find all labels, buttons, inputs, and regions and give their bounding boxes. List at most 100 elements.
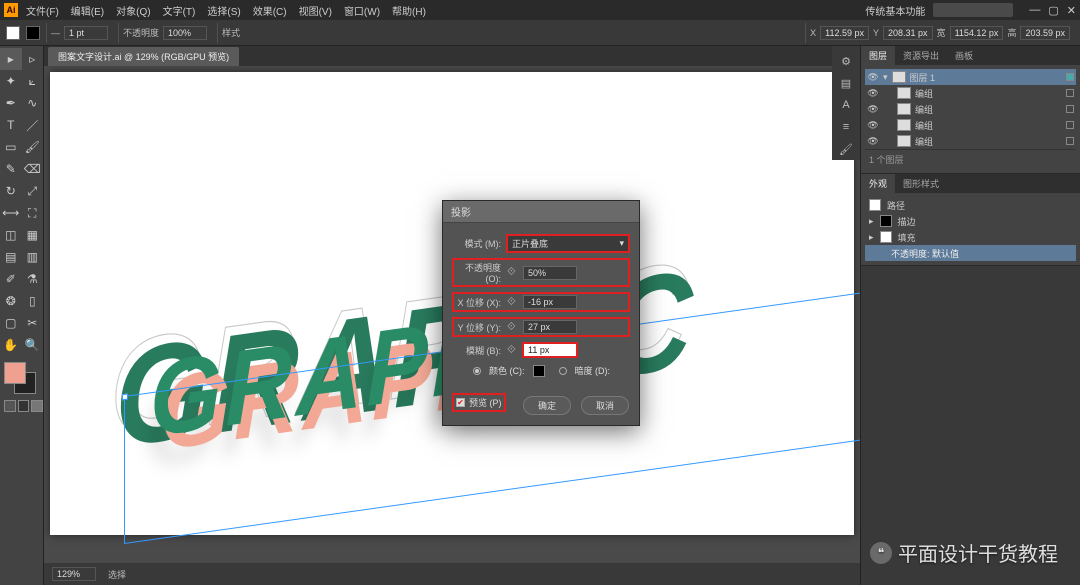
properties-icon[interactable]: ⚙ xyxy=(832,50,860,72)
rectangle-tool[interactable]: ▭ xyxy=(0,136,22,158)
layers-panel: 👁 ▾ 图层 1 👁编组 👁编组 👁编组 👁编组 1 个图层 xyxy=(861,65,1080,173)
stroke-weight-input[interactable]: 1 pt xyxy=(64,26,108,40)
zoom-tool[interactable]: 🔍 xyxy=(22,334,44,356)
menu-type[interactable]: 文字(T) xyxy=(163,3,196,18)
menu-edit[interactable]: 编辑(E) xyxy=(71,3,104,18)
fill-swatch[interactable] xyxy=(6,26,20,40)
libraries-icon[interactable]: ▤ xyxy=(832,72,860,94)
line-tool[interactable]: ／ xyxy=(22,114,44,136)
type-icon[interactable]: A xyxy=(832,94,860,116)
workspace-label[interactable]: 传统基本功能 xyxy=(865,3,925,18)
stepper-icon[interactable]: ⟐ xyxy=(507,344,517,357)
scale-tool[interactable]: ⤢ xyxy=(22,180,44,202)
y-offset-input[interactable]: 27 px xyxy=(523,320,577,334)
cancel-button[interactable]: 取消 xyxy=(581,396,629,415)
search-input[interactable] xyxy=(933,3,1013,17)
layer-item[interactable]: 👁编组 xyxy=(865,133,1076,149)
type-tool[interactable]: T xyxy=(0,114,22,136)
direct-selection-tool[interactable]: ▹ xyxy=(22,48,44,70)
hand-tool[interactable]: ✋ xyxy=(0,334,22,356)
tab-layers[interactable]: 图层 xyxy=(861,46,895,65)
stepper-icon[interactable]: ⟐ xyxy=(507,266,517,279)
dialog-title[interactable]: 投影 xyxy=(443,201,639,223)
menu-view[interactable]: 视图(V) xyxy=(299,3,332,18)
menu-object[interactable]: 对象(Q) xyxy=(116,3,150,18)
layer-item[interactable]: 👁编组 xyxy=(865,117,1076,133)
appearance-opacity[interactable]: 不透明度: 默认值 xyxy=(865,245,1076,261)
document-tabs: 图案文字设计.ai @ 129% (RGB/GPU 预览) xyxy=(44,46,860,66)
menu-window[interactable]: 窗口(W) xyxy=(344,3,380,18)
blend-tool[interactable]: ⚗ xyxy=(22,268,44,290)
appearance-stroke[interactable]: ▸描边 xyxy=(865,213,1076,229)
tab-graphic-styles[interactable]: 图形样式 xyxy=(895,174,947,193)
pen-tool[interactable]: ✒ xyxy=(0,92,22,114)
blend-mode-select[interactable]: 正片叠底▾ xyxy=(507,235,629,252)
menu-file[interactable]: 文件(F) xyxy=(26,3,59,18)
visibility-icon[interactable]: 👁 xyxy=(867,72,879,83)
mesh-tool[interactable]: ▤ xyxy=(0,246,22,268)
perspective-tool[interactable]: ▦ xyxy=(22,224,44,246)
shape-builder-tool[interactable]: ◫ xyxy=(0,224,22,246)
paragraph-icon[interactable]: ≡ xyxy=(832,116,860,138)
slice-tool[interactable]: ✂ xyxy=(22,312,44,334)
fill-color-swatch[interactable] xyxy=(4,362,26,384)
lasso-tool[interactable]: ⟀ xyxy=(22,70,44,92)
darkness-radio[interactable] xyxy=(559,367,567,375)
selection-tool[interactable]: ▸ xyxy=(0,48,22,70)
graph-tool[interactable]: ▯ xyxy=(22,290,44,312)
appearance-fill[interactable]: ▸填充 xyxy=(865,229,1076,245)
blur-input[interactable]: 11 px xyxy=(523,343,577,357)
stepper-icon[interactable]: ⟐ xyxy=(507,321,517,334)
draw-mode[interactable] xyxy=(4,400,43,412)
layer-item[interactable]: 👁编组 xyxy=(865,101,1076,117)
eraser-tool[interactable]: ⌫ xyxy=(22,158,44,180)
tab-artboards[interactable]: 画板 xyxy=(947,46,981,65)
menu-help[interactable]: 帮助(H) xyxy=(392,3,426,18)
w-input[interactable]: 1154.12 px xyxy=(950,26,1004,40)
y-input[interactable]: 208.31 px xyxy=(883,26,933,40)
app-icon: Ai xyxy=(4,3,18,17)
menu-bar: Ai 文件(F) 编辑(E) 对象(Q) 文字(T) 选择(S) 效果(C) 视… xyxy=(0,0,1080,20)
x-input[interactable]: 112.59 px xyxy=(820,26,869,40)
stepper-icon[interactable]: ⟐ xyxy=(507,296,517,309)
maximize-button[interactable]: ▢ xyxy=(1048,4,1058,17)
paintbrush-tool[interactable]: 🖌 xyxy=(22,136,44,158)
tab-appearance[interactable]: 外观 xyxy=(861,174,895,193)
opacity-input[interactable]: 50% xyxy=(523,266,577,280)
free-transform-tool[interactable]: ⛶ xyxy=(22,202,44,224)
layer-thumb xyxy=(892,71,906,83)
document-tab[interactable]: 图案文字设计.ai @ 129% (RGB/GPU 预览) xyxy=(48,47,239,66)
close-button[interactable]: ✕ xyxy=(1067,4,1076,17)
h-input[interactable]: 203.59 px xyxy=(1020,26,1070,40)
y-offset-label: Y 位移 (Y): xyxy=(453,321,501,334)
tab-asset-export[interactable]: 资源导出 xyxy=(895,46,947,65)
layer-top[interactable]: 👁 ▾ 图层 1 xyxy=(865,69,1076,85)
layer-name[interactable]: 图层 1 xyxy=(910,71,1062,84)
layer-item[interactable]: 👁编组 xyxy=(865,85,1076,101)
main-menu: 文件(F) 编辑(E) 对象(Q) 文字(T) 选择(S) 效果(C) 视图(V… xyxy=(26,3,426,18)
menu-effect[interactable]: 效果(C) xyxy=(253,3,287,18)
ok-button[interactable]: 确定 xyxy=(523,396,571,415)
rotate-tool[interactable]: ↻ xyxy=(0,180,22,202)
artboard-tool[interactable]: ▢ xyxy=(0,312,22,334)
shadow-color-swatch[interactable] xyxy=(533,365,545,377)
curvature-tool[interactable]: ∿ xyxy=(22,92,44,114)
minimize-button[interactable]: — xyxy=(1029,4,1040,17)
brushes-icon[interactable]: 🖌 xyxy=(832,138,860,160)
symbol-sprayer-tool[interactable]: ❂ xyxy=(0,290,22,312)
width-tool[interactable]: ⟷ xyxy=(0,202,22,224)
opacity-input[interactable]: 100% xyxy=(163,26,207,40)
eyedropper-tool[interactable]: ✐ xyxy=(0,268,22,290)
shaper-tool[interactable]: ✎ xyxy=(0,158,22,180)
gradient-tool[interactable]: ▥ xyxy=(22,246,44,268)
color-swatches[interactable] xyxy=(4,362,36,394)
chevron-down-icon[interactable]: ▾ xyxy=(883,72,888,83)
magic-wand-tool[interactable]: ✦ xyxy=(0,70,22,92)
zoom-level[interactable]: 129% xyxy=(52,567,96,581)
preview-checkbox[interactable]: ✔ xyxy=(456,398,465,407)
stroke-swatch[interactable] xyxy=(26,26,40,40)
menu-select[interactable]: 选择(S) xyxy=(207,3,240,18)
selection-indicator[interactable] xyxy=(1066,73,1074,81)
x-offset-input[interactable]: -16 px xyxy=(523,295,577,309)
color-radio[interactable] xyxy=(473,367,481,375)
